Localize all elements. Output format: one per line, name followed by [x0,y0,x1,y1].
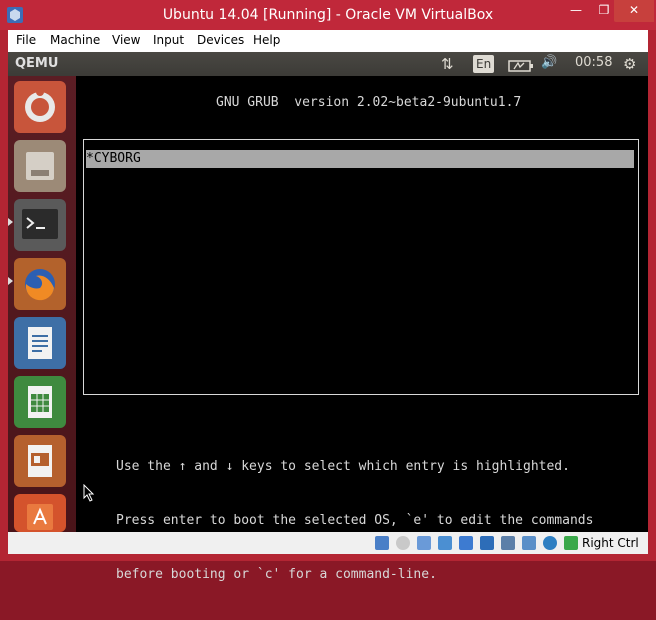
mouse-integration-icon[interactable] [543,536,557,550]
firefox-icon[interactable] [14,258,66,310]
battery-icon[interactable] [508,57,534,75]
host-key-arrow-icon[interactable] [564,536,578,550]
unity-launcher [8,76,76,532]
usb-icon[interactable] [417,536,431,550]
close-button[interactable]: ✕ [614,0,654,22]
menu-help[interactable]: Help [253,33,280,47]
files-icon[interactable] [14,140,66,192]
menu-input[interactable]: Input [153,33,184,47]
guest-top-panel: QEMU ⇅ En 🔊 00:58 ⚙ [8,52,648,76]
menubar: File Machine View Input Devices Help [8,30,648,52]
window-titlebar[interactable]: Ubuntu 14.04 [Running] - Oracle VM Virtu… [0,0,656,30]
libreoffice-calc-icon[interactable] [14,376,66,428]
libreoffice-writer-icon[interactable] [14,317,66,369]
grub-help-line: before booting or `c' for a command-line… [116,567,437,582]
grub-help-line: Use the ↑ and ↓ keys to select which ent… [116,459,570,474]
menu-view[interactable]: View [112,33,140,47]
menu-machine[interactable]: Machine [50,33,100,47]
virtualbox-window: Ubuntu 14.04 [Running] - Oracle VM Virtu… [0,0,656,582]
settings-gear-icon[interactable]: ⚙ [623,55,636,73]
clock[interactable]: 00:58 [575,55,612,73]
host-key-label: Right Ctrl [582,536,639,550]
vm-display[interactable]: QEMU ⇅ En 🔊 00:58 ⚙ GNU GRUB version 2.0… [8,52,648,582]
dash-home-icon[interactable] [14,81,66,133]
mouse-pointer-icon [83,484,95,502]
cpu-virtualization-icon[interactable] [522,536,536,550]
running-indicator-terminal [8,218,13,226]
menu-file[interactable]: File [16,33,36,47]
shared-folders-icon[interactable] [459,536,473,550]
menu-devices[interactable]: Devices [197,33,244,47]
optical-drive-icon[interactable] [396,536,410,550]
grub-version-header: GNU GRUB version 2.02~beta2-9ubuntu1.7 [216,95,522,110]
minimize-button[interactable]: — [562,0,590,22]
network-adapter-icon[interactable] [438,536,452,550]
hard-disk-icon[interactable] [375,536,389,550]
grub-boot-menu: *CYBORG [83,139,639,395]
libreoffice-impress-icon[interactable] [14,435,66,487]
grub-help-line: Press enter to boot the selected OS, `e'… [116,513,594,528]
software-center-icon[interactable] [14,494,66,532]
grub-help-text: Use the ↑ and ↓ keys to select which ent… [116,422,593,620]
vm-statusbar: Right Ctrl [8,532,648,554]
keyboard-layout-indicator[interactable]: En [473,55,495,73]
display-icon[interactable] [480,536,494,550]
running-indicator-firefox [8,277,13,285]
guest-panel-title: QEMU [15,56,59,71]
volume-icon[interactable]: 🔊 [541,55,557,73]
grub-entry-selected[interactable]: *CYBORG [86,150,634,168]
video-capture-icon[interactable] [501,536,515,550]
window-title: Ubuntu 14.04 [Running] - Oracle VM Virtu… [162,7,494,23]
network-icon[interactable]: ⇅ [441,55,454,73]
terminal-icon[interactable] [14,199,66,251]
